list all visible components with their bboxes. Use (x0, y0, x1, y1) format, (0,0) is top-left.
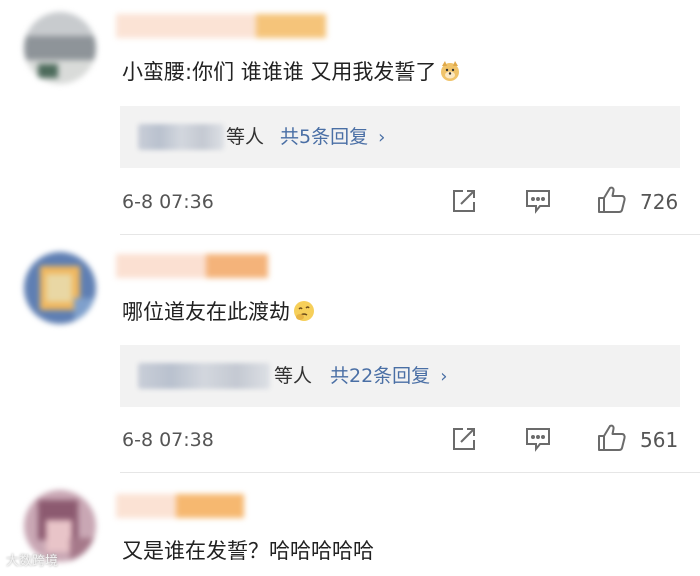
avatar[interactable] (24, 12, 96, 84)
chevron-right-icon: › (440, 366, 448, 387)
reply-users-blurred (138, 124, 224, 150)
timestamp: 6-8 07:36 (122, 191, 214, 213)
watermark-text: 大数跨境 (6, 554, 59, 569)
doge-emoji-icon (439, 60, 461, 82)
reply-count-label: 共22条回复 (330, 365, 431, 387)
comment-text: 又是谁在发誓？哈哈哈哈哈 (122, 537, 374, 565)
reply-preview[interactable]: 等人 共5条回复 › (120, 106, 680, 168)
reply-users-suffix: 等人 (226, 126, 265, 148)
avatar[interactable] (24, 252, 96, 324)
like-icon[interactable] (596, 423, 628, 457)
reply-preview[interactable]: 等人 共22条回复 › (120, 345, 680, 407)
share-icon[interactable] (450, 425, 478, 457)
timestamp: 6-8 07:38 (122, 429, 214, 451)
avatar[interactable] (24, 490, 96, 562)
reply-users-blurred (138, 363, 270, 389)
reply-count-link[interactable]: 共22条回复 › (330, 362, 447, 391)
comment-text: 小蛮腰:你们 谁谁谁 又用我发誓了 (122, 58, 461, 86)
chevron-right-icon: › (378, 127, 386, 148)
reply-users-suffix: 等人 (274, 365, 313, 387)
comment-text: 哪位道友在此渡劫 (122, 298, 315, 326)
divider (120, 472, 700, 473)
username[interactable] (116, 494, 244, 518)
divider (120, 234, 700, 235)
comment-text-content: 哪位道友在此渡劫 (122, 300, 290, 324)
like-count: 726 (640, 190, 679, 214)
username[interactable] (116, 254, 268, 278)
like-count: 561 (640, 428, 679, 452)
comment-text-content: 又是谁在发誓？哈哈哈哈哈 (122, 539, 374, 563)
comment-text-content: 小蛮腰:你们 谁谁谁 又用我发誓了 (122, 60, 437, 84)
username[interactable] (116, 14, 326, 38)
reply-count-link[interactable]: 共5条回复 › (280, 123, 385, 152)
like-icon[interactable] (596, 185, 628, 219)
reply-count-label: 共5条回复 (280, 126, 369, 148)
watermark: 大数跨境 (6, 554, 58, 570)
thinking-emoji-icon (293, 300, 315, 322)
share-icon[interactable] (450, 187, 478, 219)
comment-icon[interactable] (524, 425, 552, 457)
comment-icon[interactable] (524, 187, 552, 219)
